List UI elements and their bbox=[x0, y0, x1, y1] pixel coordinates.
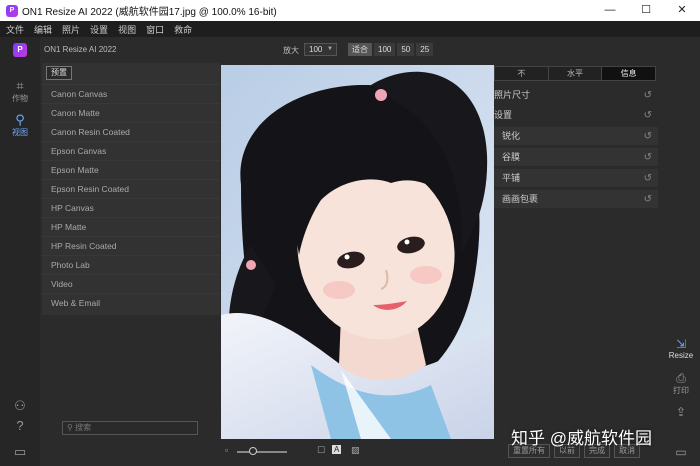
reset-icon[interactable]: ↺ bbox=[644, 169, 652, 188]
preset-item[interactable]: Epson Resin Coated bbox=[42, 179, 220, 198]
resize-label: Resize bbox=[668, 351, 694, 360]
help-button[interactable]: ? bbox=[0, 419, 40, 433]
window-title: ON1 Resize AI 2022 (威航软件园17.jpg @ 100.0%… bbox=[22, 7, 277, 18]
reset-icon[interactable]: ↺ bbox=[644, 148, 652, 167]
preview-toggle-icon[interactable]: ▨ bbox=[351, 445, 360, 456]
menu-settings[interactable]: 设置 bbox=[90, 23, 108, 36]
crop-tool-button[interactable]: ⌗ 作物 bbox=[0, 79, 40, 104]
preset-item[interactable]: HP Resin Coated bbox=[42, 236, 220, 255]
section-label: 平铺 bbox=[502, 173, 521, 183]
portrait-photo bbox=[221, 65, 494, 439]
small-thumbnail-icon[interactable]: ▫ bbox=[225, 445, 228, 455]
menu-file[interactable]: 文件 bbox=[6, 23, 24, 36]
menu-edit[interactable]: 编辑 bbox=[34, 23, 52, 36]
share-button[interactable]: ⇪ bbox=[662, 406, 700, 419]
help-icon: ? bbox=[16, 418, 24, 433]
tab-info[interactable]: 信息 bbox=[602, 67, 656, 80]
preset-item[interactable]: Web & Email bbox=[42, 293, 220, 312]
preset-item[interactable]: Canon Canvas bbox=[42, 84, 220, 103]
app-name-label: ON1 Resize AI 2022 bbox=[44, 45, 117, 54]
section-label: 设置 bbox=[494, 110, 513, 120]
zoom-presets: 适合 100 50 25 bbox=[348, 43, 435, 56]
on1-logo-icon: P bbox=[13, 43, 27, 57]
preset-search-input[interactable]: ⚲ 搜索 bbox=[62, 421, 198, 435]
view-tool-label: 视图 bbox=[12, 128, 28, 137]
section-label: 锐化 bbox=[502, 131, 521, 141]
overlay-text-icon[interactable]: A bbox=[332, 445, 342, 454]
presets-header: 预置 bbox=[42, 63, 220, 84]
zoom-fit-button[interactable]: 适合 bbox=[348, 43, 372, 56]
canvas-bottom-controls: ▫ ☐ A ▨ bbox=[221, 444, 494, 460]
view-search-icon: ⚲ bbox=[15, 112, 25, 127]
zoom-100-button[interactable]: 100 bbox=[374, 43, 396, 56]
section-photo-size[interactable]: 照片尺寸 ↺ bbox=[494, 86, 658, 105]
section-label: 照片尺寸 bbox=[494, 90, 531, 100]
zoom-label: 放大 bbox=[283, 46, 299, 55]
chevron-down-icon: ▼ bbox=[327, 46, 333, 52]
top-toolbar: ON1 Resize AI 2022 放大 100 ▼ 适合 100 50 25 bbox=[40, 37, 700, 63]
crop-tool-label: 作物 bbox=[12, 94, 28, 103]
panel-toggle-icon: ▭ bbox=[13, 444, 27, 459]
photo-canvas[interactable] bbox=[221, 65, 494, 439]
preset-item[interactable]: Photo Lab bbox=[42, 255, 220, 274]
thumbnail-size-slider[interactable] bbox=[237, 451, 287, 453]
section-settings[interactable]: 设置 ↺ bbox=[494, 106, 658, 125]
preset-item[interactable]: HP Matte bbox=[42, 217, 220, 236]
left-panel-toggle-button[interactable]: ▭ bbox=[0, 445, 40, 459]
view-tool-button[interactable]: ⚲ 视图 bbox=[0, 113, 40, 138]
print-label: 打印 bbox=[673, 386, 689, 395]
minimize-button[interactable]: — bbox=[592, 0, 628, 21]
crop-icon: ⌗ bbox=[16, 78, 24, 93]
zoom-select[interactable]: 100 ▼ bbox=[304, 43, 337, 56]
tab-horizontal[interactable]: 水平 bbox=[549, 67, 603, 80]
compare-icon[interactable]: ☐ bbox=[317, 445, 325, 456]
preset-item[interactable]: Video bbox=[42, 274, 220, 293]
preset-item[interactable]: Canon Matte bbox=[42, 103, 220, 122]
section-label: 画画包裹 bbox=[502, 194, 539, 204]
title-bar: P ON1 Resize AI 2022 (威航软件园17.jpg @ 100.… bbox=[0, 0, 700, 21]
menu-photo[interactable]: 照片 bbox=[62, 23, 80, 36]
maximize-button[interactable]: ☐ bbox=[628, 0, 664, 21]
tab-none[interactable]: 不 bbox=[495, 67, 549, 80]
preset-item[interactable]: Epson Canvas bbox=[42, 141, 220, 160]
menu-help[interactable]: 救命 bbox=[174, 23, 192, 36]
reset-icon[interactable]: ↺ bbox=[644, 106, 652, 125]
section-sharpen[interactable]: 锐化 ↺ bbox=[494, 127, 658, 146]
section-label: 谷膜 bbox=[502, 152, 521, 162]
zoom-25-button[interactable]: 25 bbox=[416, 43, 434, 56]
section-tiling[interactable]: 平铺 ↺ bbox=[494, 169, 658, 188]
left-tool-rail: P ⌗ 作物 ⚲ 视图 ⚇ ? ▭ bbox=[0, 37, 40, 466]
panel-right-icon: ▭ bbox=[675, 445, 687, 459]
right-panel-tabs: 不 水平 信息 bbox=[494, 66, 656, 81]
user-settings-icon: ⚇ bbox=[14, 398, 26, 413]
zoom-value: 100 bbox=[309, 45, 323, 54]
preset-item[interactable]: Epson Matte bbox=[42, 160, 220, 179]
menu-bar: 文件 编辑 照片 设置 视图 窗口 救命 bbox=[0, 21, 700, 37]
resize-module-button[interactable]: ⇲ Resize bbox=[662, 337, 700, 361]
print-icon: ⎙ bbox=[676, 371, 686, 385]
resize-icon: ⇲ bbox=[675, 337, 687, 351]
search-placeholder: 搜索 bbox=[75, 423, 92, 432]
slider-handle[interactable] bbox=[249, 447, 257, 455]
reset-icon[interactable]: ↺ bbox=[644, 86, 652, 105]
search-icon: ⚲ bbox=[67, 423, 76, 432]
reset-icon[interactable]: ↺ bbox=[644, 190, 652, 209]
print-button[interactable]: ⎙ 打印 bbox=[662, 372, 700, 396]
zoom-50-button[interactable]: 50 bbox=[397, 43, 415, 56]
section-gallery-wrap[interactable]: 画画包裹 ↺ bbox=[494, 190, 658, 209]
share-icon: ⇪ bbox=[675, 405, 687, 419]
preset-item[interactable]: Canon Resin Coated bbox=[42, 122, 220, 141]
section-film-grain[interactable]: 谷膜 ↺ bbox=[494, 148, 658, 167]
watermark-text: 知乎 @威航软件园 bbox=[511, 429, 652, 448]
menu-view[interactable]: 视图 bbox=[118, 23, 136, 36]
right-panel-toggle-button[interactable]: ▭ bbox=[662, 446, 700, 459]
menu-window[interactable]: 窗口 bbox=[146, 23, 164, 36]
user-settings-button[interactable]: ⚇ bbox=[0, 399, 40, 413]
presets-panel: 预置 Canon Canvas Canon Matte Canon Resin … bbox=[42, 63, 220, 315]
app-logo-icon: P bbox=[6, 4, 18, 17]
close-button[interactable]: ✕ bbox=[664, 0, 700, 21]
presets-tab[interactable]: 预置 bbox=[46, 66, 72, 80]
reset-icon[interactable]: ↺ bbox=[644, 127, 652, 146]
preset-item[interactable]: HP Canvas bbox=[42, 198, 220, 217]
